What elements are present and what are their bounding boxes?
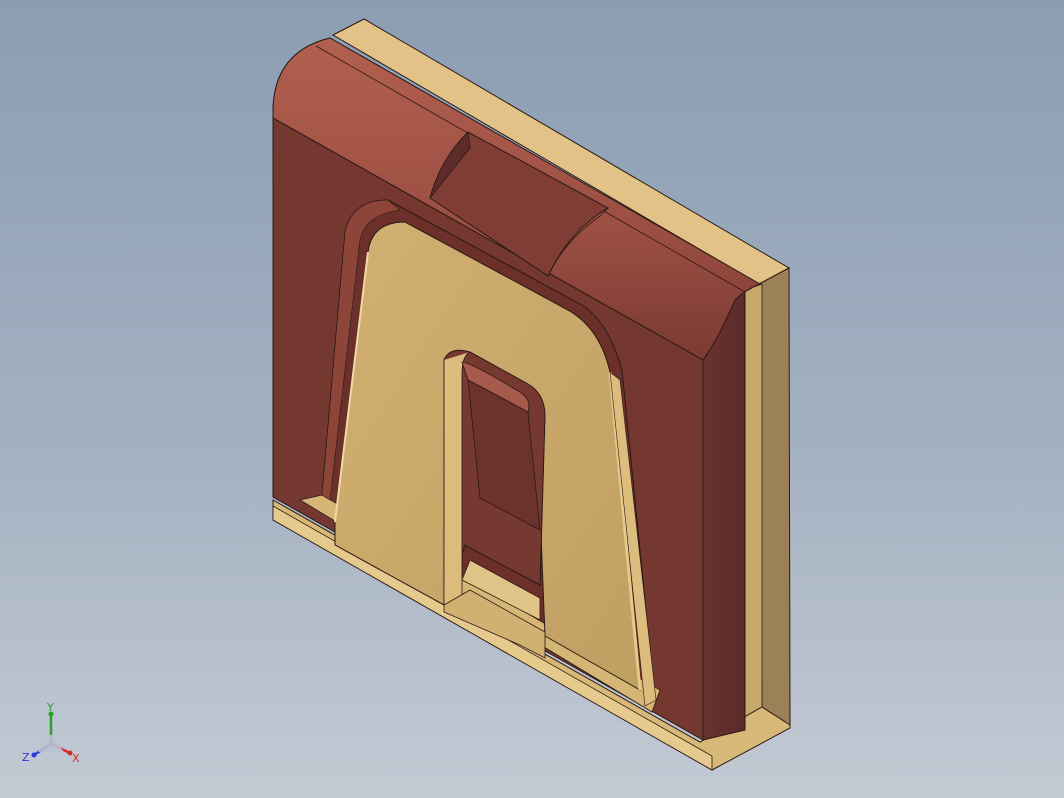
- block-right-face[interactable]: [702, 289, 746, 741]
- triad-x-label: X: [72, 752, 80, 765]
- triad-z-label: Z: [22, 751, 30, 764]
- plate-front-rim[interactable]: [744, 283, 763, 749]
- view-orientation-triad[interactable]: X Y Z: [18, 700, 88, 770]
- plate-right-face[interactable]: [758, 267, 791, 743]
- triad-y-label: Y: [46, 701, 54, 714]
- triad-origin: [38, 734, 64, 752]
- cad-model[interactable]: [0, 0, 1064, 798]
- graphics-viewport[interactable]: X Y Z: [0, 0, 1064, 798]
